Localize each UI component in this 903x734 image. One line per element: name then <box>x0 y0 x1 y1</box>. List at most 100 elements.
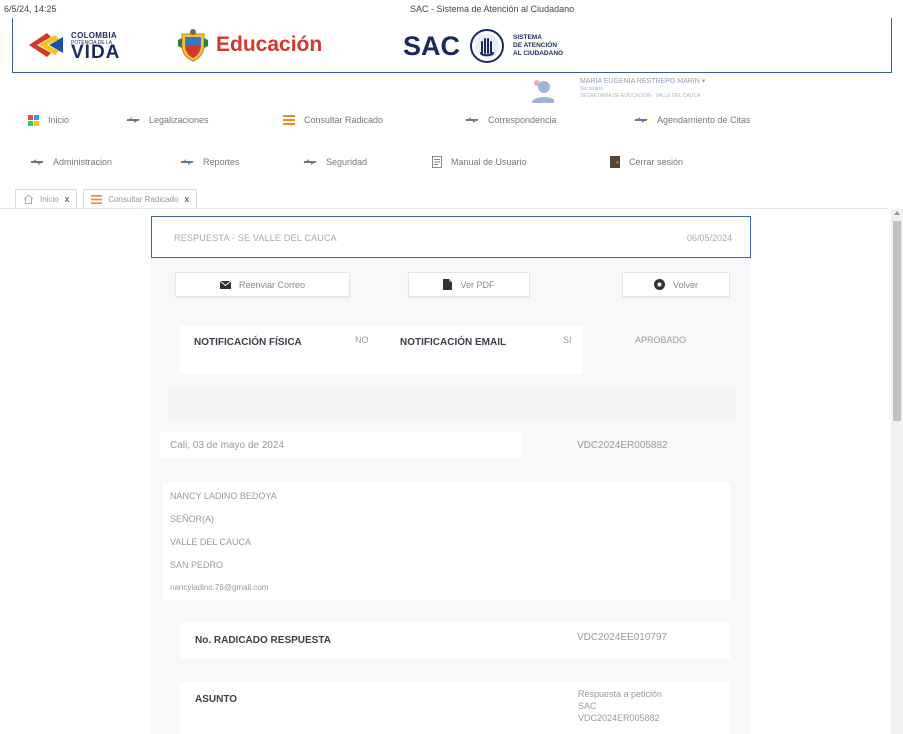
main-menu-row-1: Inicio Legalizaciones Consultar Radicado… <box>0 110 903 130</box>
button-label: Reenviar Correo <box>238 279 306 290</box>
door-icon <box>610 156 620 168</box>
user-avatar-icon <box>532 80 554 103</box>
menu-item-administracion[interactable]: Administracion <box>30 152 112 172</box>
vertical-scrollbar[interactable] <box>891 209 903 734</box>
user-secretaria: SECRETARIA DE EDUCACION - VALLE DEL CAUC… <box>580 93 701 99</box>
grid-icon <box>28 114 39 126</box>
list-icon <box>91 194 103 204</box>
radicado-respuesta-label: No. RADICADO RESPUESTA <box>195 635 331 646</box>
colombia-text: COLOMBIA <box>71 31 117 40</box>
destinatario-nombre: NANCY LADINO BEDOYA <box>170 491 277 501</box>
sac-subtitle: SISTEMA DE ATENCIÓN AL CIUDADANO <box>513 34 583 58</box>
destinatario-departamento: VALLE DEL CAUCA <box>170 537 252 547</box>
response-date: 06/05/2024 <box>686 233 732 243</box>
notificacion-fisica-value: NO <box>355 335 369 345</box>
scroll-up-icon[interactable] <box>894 211 900 215</box>
tab-label: Consultar Radicado <box>108 194 179 204</box>
button-label: Ver PDF <box>460 279 495 290</box>
tab-inicio[interactable]: Inicio x <box>15 189 78 208</box>
back-circle-icon <box>653 279 665 290</box>
response-header: RESPUESTA - SE VALLE DEL CAUCA 06/05/202… <box>151 216 751 258</box>
print-date: 6/5/24, 14:25 <box>4 4 57 14</box>
menu-item-reportes[interactable]: Reportes <box>180 152 240 172</box>
destinatario-municipio: SAN PEDRO <box>170 560 224 570</box>
menu-item-label: Manual de Usuario <box>451 157 527 167</box>
status-aprobado: APROBADO <box>635 335 687 345</box>
arrows-icon <box>180 159 194 165</box>
menu-item-label: Correspondencia <box>488 115 557 125</box>
list-icon <box>283 115 295 125</box>
asunto-label: ASUNTO <box>195 694 238 705</box>
tab-divider <box>0 208 888 209</box>
menu-item-label: Cerrar sesión <box>629 157 684 167</box>
home-icon <box>23 194 34 204</box>
sac-subtitle-line: SISTEMA <box>513 34 542 41</box>
main-menu-row-2: Administracion Reportes Seguridad Manual… <box>0 152 903 172</box>
close-tab-icon[interactable]: x <box>65 194 70 204</box>
notification-box <box>180 326 583 374</box>
arrows-icon <box>465 117 479 123</box>
file-icon <box>443 279 453 290</box>
button-label: Volver <box>672 279 698 290</box>
menu-item-label: Reportes <box>203 157 240 167</box>
arrows-icon <box>126 117 140 123</box>
sac-subtitle-line: DE ATENCIÓN <box>513 42 558 49</box>
print-header: 6/5/24, 14:25 SAC - Sistema de Atención … <box>0 0 903 18</box>
tab-consultar-radicado[interactable]: Consultar Radicado x <box>83 189 197 208</box>
response-title: RESPUESTA - SE VALLE DEL CAUCA <box>174 233 337 243</box>
menu-item-label: Inicio <box>48 115 70 125</box>
volver-button[interactable]: Volver <box>622 272 730 297</box>
radicado-respuesta-value: VDC2024EE010797 <box>577 632 668 643</box>
user-name[interactable]: MARIA EUGENIA RESTREPO MARIN ▾ <box>580 77 705 85</box>
menu-item-label: Consultar Radicado <box>304 115 384 125</box>
vida-text: VIDA <box>71 42 121 63</box>
top-banner: COLOMBIA POTENCIA DE LA VIDA Educación S… <box>12 18 892 73</box>
reenviar-correo-button[interactable]: Reenviar Correo <box>175 272 350 297</box>
educacion-logo-text: Educación <box>216 33 323 56</box>
coat-of-arms-icon <box>178 29 208 62</box>
menu-item-label: Administracion <box>53 157 113 167</box>
menu-item-agendamiento-de-citas[interactable]: Agendamiento de Citas <box>634 110 751 130</box>
asunto-line: VDC2024ER005882 <box>578 713 660 723</box>
menu-item-consultar-radicado[interactable]: Consultar Radicado <box>283 110 383 130</box>
menu-item-legalizaciones[interactable]: Legalizaciones <box>126 110 209 130</box>
print-title: SAC - Sistema de Atención al Ciudadano <box>410 4 575 14</box>
colombia-vida-logo: COLOMBIA POTENCIA DE LA VIDA <box>27 27 161 63</box>
user-menu[interactable]: MARIA EUGENIA RESTREPO MARIN ▾ Secretarí… <box>528 75 828 105</box>
scroll-thumb[interactable] <box>893 221 901 421</box>
destinatario-tratamiento: SEÑOR(A) <box>170 514 215 524</box>
document-icon <box>432 156 442 168</box>
arrows-icon <box>30 159 44 165</box>
user-name-text: MARIA EUGENIA RESTREPO MARIN <box>580 78 700 85</box>
menu-item-label: Legalizaciones <box>149 115 209 125</box>
envelope-icon <box>219 280 231 289</box>
arrows-icon <box>303 159 317 165</box>
radicado-entrada: VDC2024ER005882 <box>577 440 668 451</box>
sac-subtitle-line: AL CIUDADANO <box>513 50 564 57</box>
user-role: Secretaría <box>580 86 604 92</box>
asunto-line: SAC <box>578 701 597 711</box>
destinatario-email[interactable]: nancyladino.76@gmail.com <box>170 583 268 592</box>
menu-item-seguridad[interactable]: Seguridad <box>303 152 367 172</box>
sac-logo-text: SAC <box>403 31 461 61</box>
arrows-icon <box>634 117 648 123</box>
menu-item-inicio[interactable]: Inicio <box>28 110 69 130</box>
menu-item-label: Agendamiento de Citas <box>657 115 751 125</box>
menu-item-label: Seguridad <box>326 157 368 167</box>
tab-bar: Inicio x Consultar Radicado x <box>15 189 197 209</box>
asunto-line: Respuesta a petición <box>578 689 663 699</box>
colombia-flag-mark-icon <box>29 33 63 57</box>
tab-label: Inicio <box>40 194 59 204</box>
notificacion-email-value: SI <box>563 335 572 345</box>
menu-item-correspondencia[interactable]: Correspondencia <box>465 110 557 130</box>
asunto-value: Respuesta a petición SAC VDC2024ER005882 <box>578 688 662 724</box>
menu-item-manual-de-usuario[interactable]: Manual de Usuario <box>432 152 527 172</box>
notificacion-fisica-label: NOTIFICACIÓN FÍSICA <box>194 337 302 348</box>
sac-hand-icon <box>470 29 504 63</box>
close-tab-icon[interactable]: x <box>184 194 189 204</box>
fecha-ciudad: Cali, 03 de mayo de 2024 <box>170 440 284 451</box>
spacer-box <box>168 390 736 418</box>
notificacion-email-label: NOTIFICACIÓN EMAIL <box>400 337 507 348</box>
ver-pdf-button[interactable]: Ver PDF <box>408 272 530 297</box>
menu-item-cerrar-sesion[interactable]: Cerrar sesión <box>610 152 683 172</box>
